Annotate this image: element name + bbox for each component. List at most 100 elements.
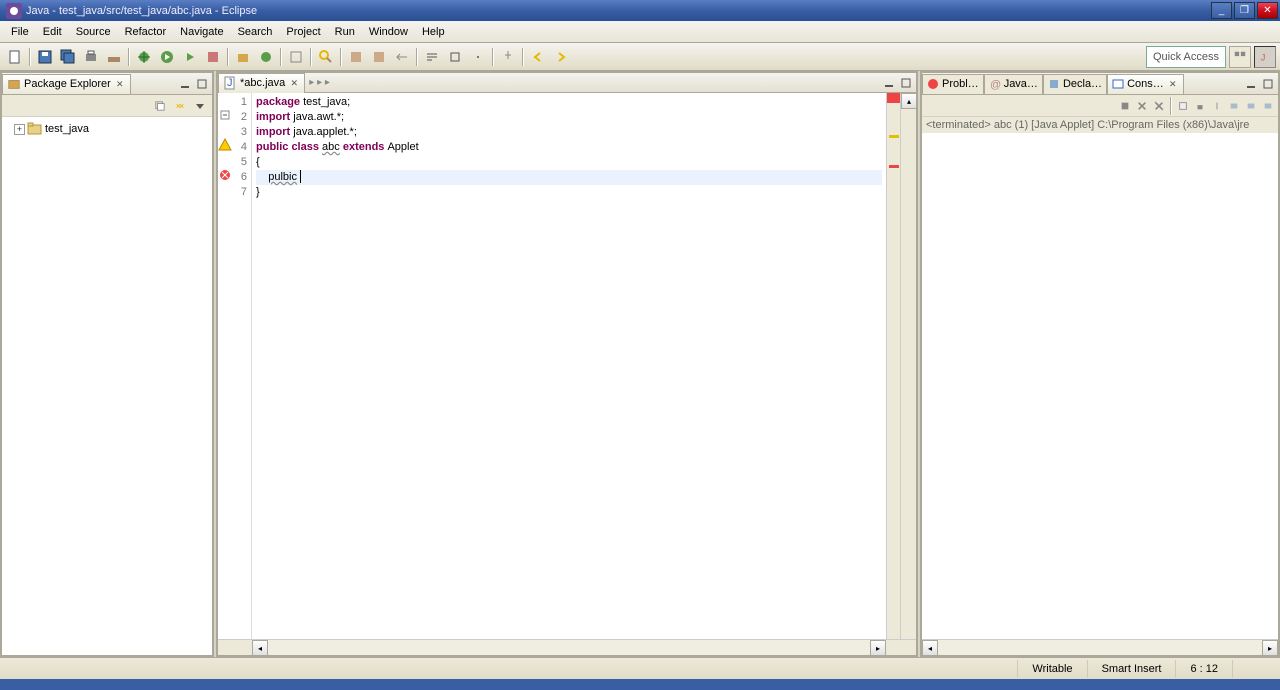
console-tab[interactable]: Cons… ✕ — [1107, 74, 1184, 94]
right-maximize-button[interactable] — [1260, 76, 1276, 92]
svg-text:J: J — [227, 77, 233, 89]
window-title: Java - test_java/src/test_java/abc.java … — [26, 5, 1211, 17]
main-toolbar: Quick Access J — [0, 43, 1280, 71]
scroll-right-button[interactable]: ▸ — [870, 640, 886, 656]
editor-tab-abc[interactable]: J *abc.java ✕ — [218, 73, 305, 93]
forward-button[interactable] — [550, 46, 572, 68]
console-scrollbar[interactable]: ◂ ▸ — [922, 639, 1278, 655]
overview-error-mark[interactable] — [889, 165, 899, 168]
collapse-all-button[interactable] — [152, 98, 168, 114]
view-menu-button[interactable] — [192, 98, 208, 114]
debug-button[interactable] — [133, 46, 155, 68]
status-cursor-pos: 6 : 12 — [1175, 660, 1232, 678]
package-tree[interactable]: + test_java — [2, 117, 212, 655]
toggle-block-button[interactable] — [444, 46, 466, 68]
console-body[interactable] — [922, 133, 1278, 639]
terminate-button[interactable] — [1117, 98, 1133, 114]
maximize-view-button[interactable] — [194, 76, 210, 92]
menu-navigate[interactable]: Navigate — [173, 24, 230, 40]
console-label: Cons… — [1127, 78, 1164, 90]
editor-tab-close[interactable]: ✕ — [288, 77, 300, 89]
editor-tabs: J *abc.java ✕ ▸ ▸ ▸ — [218, 73, 916, 93]
editor-maximize-button[interactable] — [898, 75, 914, 91]
problems-tab[interactable]: Probl… — [922, 74, 984, 94]
overview-ruler[interactable] — [886, 93, 900, 639]
menu-run[interactable]: Run — [328, 24, 362, 40]
editor-body[interactable]: 1234567 package test_java;import java.aw… — [218, 93, 916, 639]
new-package-button[interactable] — [232, 46, 254, 68]
scroll-lock-button[interactable] — [1192, 98, 1208, 114]
declaration-tab[interactable]: Decla… — [1043, 74, 1107, 94]
problems-label: Probl… — [942, 78, 979, 90]
package-explorer-icon — [7, 77, 21, 91]
display-console-button[interactable] — [1226, 98, 1242, 114]
minimize-button[interactable]: _ — [1211, 2, 1232, 19]
javadoc-icon: @ — [989, 78, 1001, 90]
tree-project-row[interactable]: + test_java — [6, 121, 208, 137]
svg-text:J: J — [1261, 52, 1266, 63]
pin-console-button[interactable] — [1209, 98, 1225, 114]
run-last-button[interactable] — [179, 46, 201, 68]
package-explorer-tabs: Package Explorer ✕ — [2, 73, 212, 95]
menu-project[interactable]: Project — [279, 24, 327, 40]
new-class-button[interactable] — [255, 46, 277, 68]
build-button[interactable] — [103, 46, 125, 68]
menu-refactor[interactable]: Refactor — [118, 24, 174, 40]
link-editor-button[interactable] — [172, 98, 188, 114]
right-minimize-button[interactable] — [1243, 76, 1259, 92]
print-button[interactable] — [80, 46, 102, 68]
console-icon — [1112, 78, 1124, 90]
console-scroll-left[interactable]: ◂ — [922, 640, 938, 656]
last-edit-button[interactable] — [391, 46, 413, 68]
scroll-left-button[interactable]: ◂ — [252, 640, 268, 656]
new-button[interactable] — [4, 46, 26, 68]
maximize-button[interactable]: ❐ — [1234, 2, 1255, 19]
minimize-view-button[interactable] — [177, 76, 193, 92]
annotation-nav-button[interactable] — [368, 46, 390, 68]
window-controls: _ ❐ ✕ — [1211, 2, 1278, 19]
menu-search[interactable]: Search — [231, 24, 280, 40]
line-numbers: 1234567 — [236, 93, 251, 639]
code-area[interactable]: package test_java;import java.awt.*;impo… — [252, 93, 886, 639]
expand-icon[interactable]: + — [14, 124, 25, 135]
quick-access-field[interactable]: Quick Access — [1146, 46, 1226, 68]
console-status: <terminated> abc (1) [Java Applet] C:\Pr… — [922, 117, 1278, 133]
menu-source[interactable]: Source — [69, 24, 118, 40]
menu-window[interactable]: Window — [362, 24, 415, 40]
vertical-scrollbar[interactable]: ▴ — [900, 93, 916, 639]
open-perspective-button[interactable] — [1229, 46, 1251, 68]
run-button[interactable] — [156, 46, 178, 68]
javadoc-tab[interactable]: @ Java… — [984, 74, 1043, 94]
editor-minimize-button[interactable] — [881, 75, 897, 91]
menu-help[interactable]: Help — [415, 24, 452, 40]
menu-file[interactable]: File — [4, 24, 36, 40]
console-tab-close[interactable]: ✕ — [1167, 78, 1179, 90]
editor-tab-label: *abc.java — [240, 77, 285, 89]
close-button[interactable]: ✕ — [1257, 2, 1278, 19]
open-type-button[interactable] — [285, 46, 307, 68]
toggle-mark-button[interactable] — [345, 46, 367, 68]
back-button[interactable] — [527, 46, 549, 68]
package-explorer-close[interactable]: ✕ — [114, 78, 126, 90]
console-toolbar — [922, 95, 1278, 117]
open-console-button[interactable] — [1243, 98, 1259, 114]
horizontal-scrollbar[interactable]: ◂ ▸ — [218, 639, 916, 655]
remove-launch-button[interactable] — [1134, 98, 1150, 114]
toggle-word-wrap-button[interactable] — [421, 46, 443, 68]
package-explorer-tab[interactable]: Package Explorer ✕ — [2, 74, 131, 94]
save-all-button[interactable] — [57, 46, 79, 68]
new-console-button[interactable] — [1260, 98, 1276, 114]
search-button[interactable] — [315, 46, 337, 68]
save-button[interactable] — [34, 46, 56, 68]
external-tools-button[interactable] — [202, 46, 224, 68]
java-perspective-button[interactable]: J — [1254, 46, 1276, 68]
clear-console-button[interactable] — [1175, 98, 1191, 114]
pin-editor-button[interactable] — [497, 46, 519, 68]
scroll-up-button[interactable]: ▴ — [901, 93, 917, 109]
editor-breadcrumb[interactable]: ▸ ▸ ▸ — [305, 75, 881, 91]
show-whitespace-button[interactable] — [467, 46, 489, 68]
remove-all-button[interactable] — [1151, 98, 1167, 114]
console-scroll-right[interactable]: ▸ — [1262, 640, 1278, 656]
menu-edit[interactable]: Edit — [36, 24, 69, 40]
overview-warning-mark[interactable] — [889, 135, 899, 138]
